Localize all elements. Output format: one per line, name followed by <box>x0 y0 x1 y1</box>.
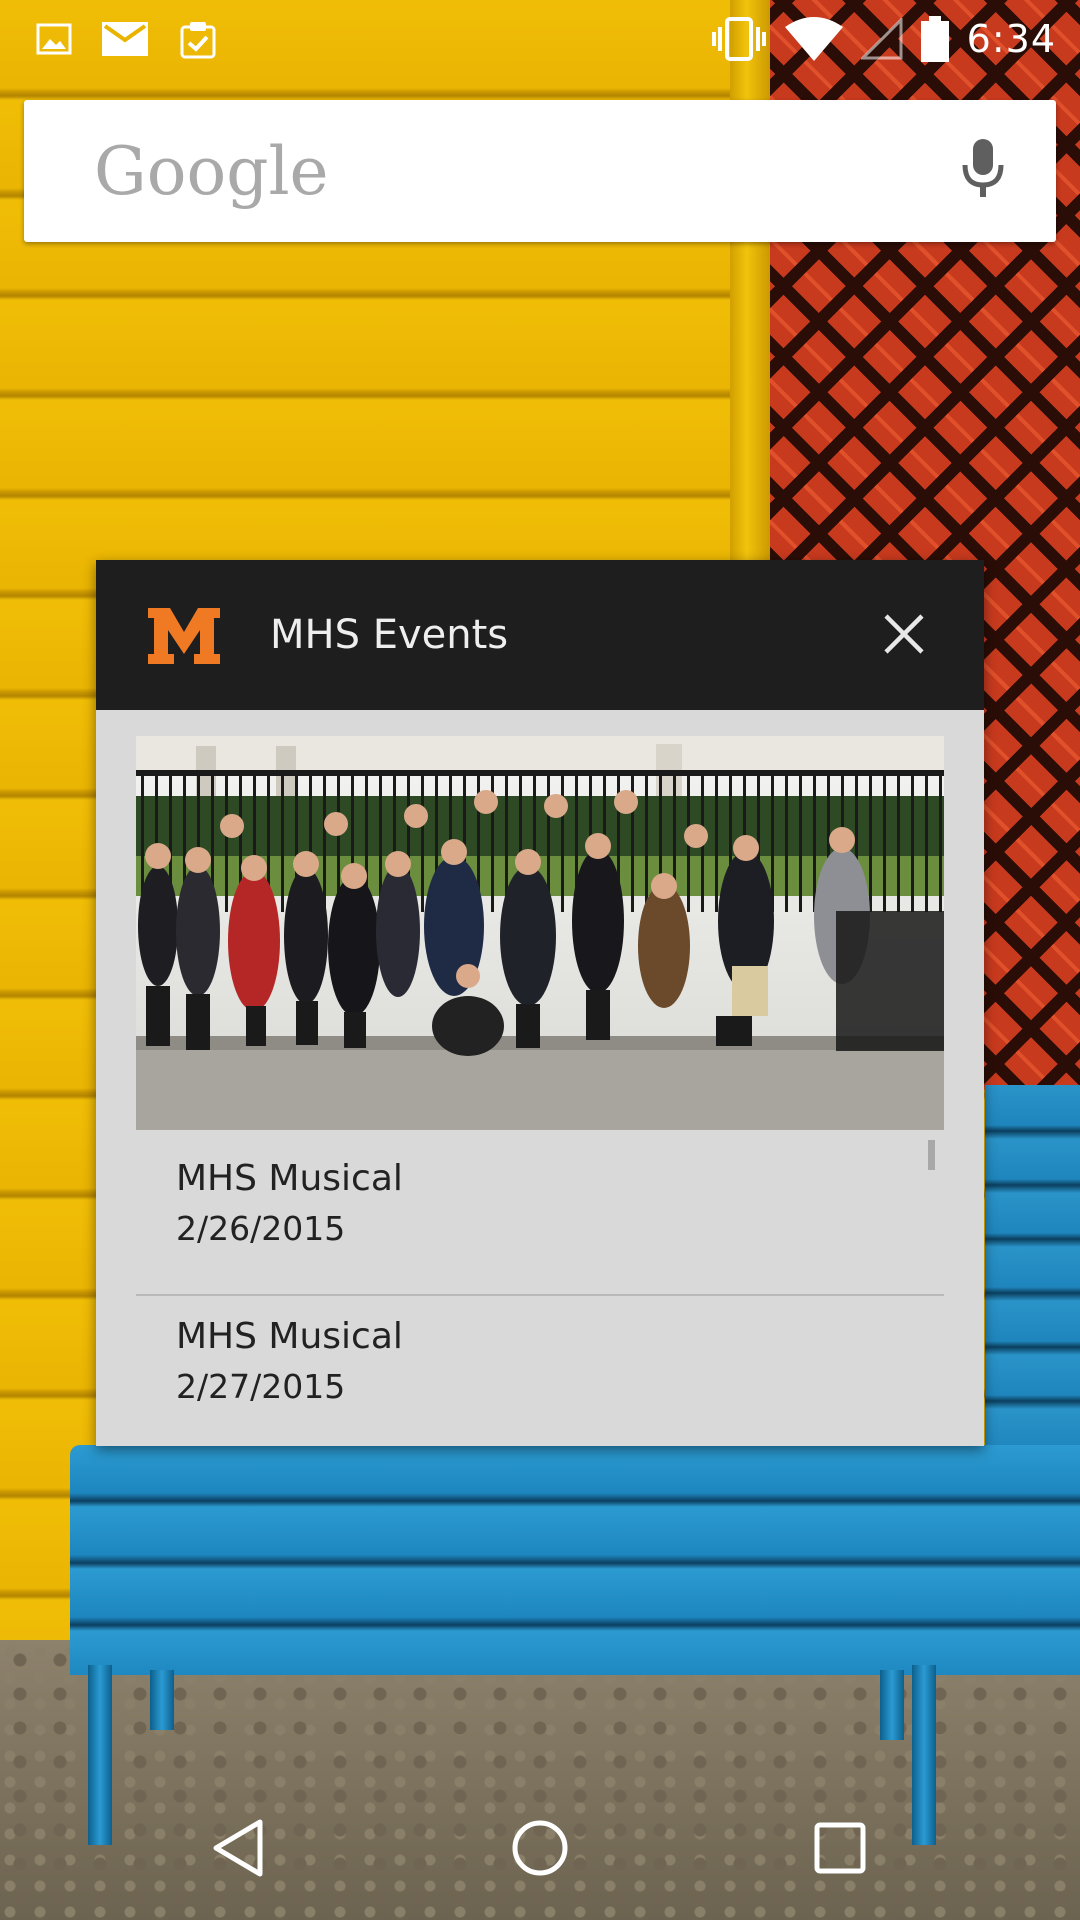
google-logo: Google <box>94 132 329 210</box>
event-date: 2/26/2015 <box>176 1209 346 1248</box>
bench-back <box>985 1085 1080 1455</box>
bench-leg <box>150 1670 174 1730</box>
event-date: 2/27/2015 <box>176 1367 346 1406</box>
event-list: MHS Musical 2/26/2015 MHS Musical 2/27/2… <box>136 1138 944 1454</box>
widget-header: MHS Events <box>96 560 984 710</box>
back-icon[interactable] <box>208 1816 268 1885</box>
close-icon[interactable] <box>882 612 926 661</box>
status-bar: 6:34 <box>0 0 1080 78</box>
google-search-bar[interactable]: Google <box>24 100 1056 242</box>
home-screen: 6:34 Google MHS Events MHS Musical 2/26/… <box>0 0 1080 1920</box>
group-photo[interactable] <box>136 736 944 1130</box>
system-icons: 6:34 <box>711 16 1056 62</box>
mhs-logo-icon[interactable] <box>146 608 222 669</box>
battery-icon <box>920 16 949 62</box>
mhs-events-widget: MHS Events MHS Musical 2/26/2015 MHS Mus… <box>96 560 984 1446</box>
list-item[interactable]: MHS Musical 2/27/2015 <box>136 1296 944 1454</box>
vibrate-icon <box>711 17 767 61</box>
signal-icon <box>860 18 903 60</box>
clock: 6:34 <box>966 17 1056 61</box>
widget-title: MHS Events <box>270 612 509 658</box>
event-name: MHS Musical <box>176 1158 403 1199</box>
bench-seat <box>70 1445 1080 1675</box>
image-icon <box>36 23 72 55</box>
wifi-icon <box>784 17 843 61</box>
wall-post <box>730 0 772 560</box>
list-item[interactable]: MHS Musical 2/26/2015 <box>136 1138 944 1296</box>
event-name: MHS Musical <box>176 1316 403 1357</box>
home-icon[interactable] <box>508 1816 572 1885</box>
navigation-bar <box>0 1800 1080 1920</box>
clipboard-check-icon <box>178 19 218 59</box>
recents-icon[interactable] <box>812 1816 868 1885</box>
microphone-icon[interactable] <box>962 138 1004 204</box>
bench-leg <box>880 1670 904 1740</box>
mail-icon <box>102 22 148 56</box>
notification-icons <box>36 19 218 59</box>
